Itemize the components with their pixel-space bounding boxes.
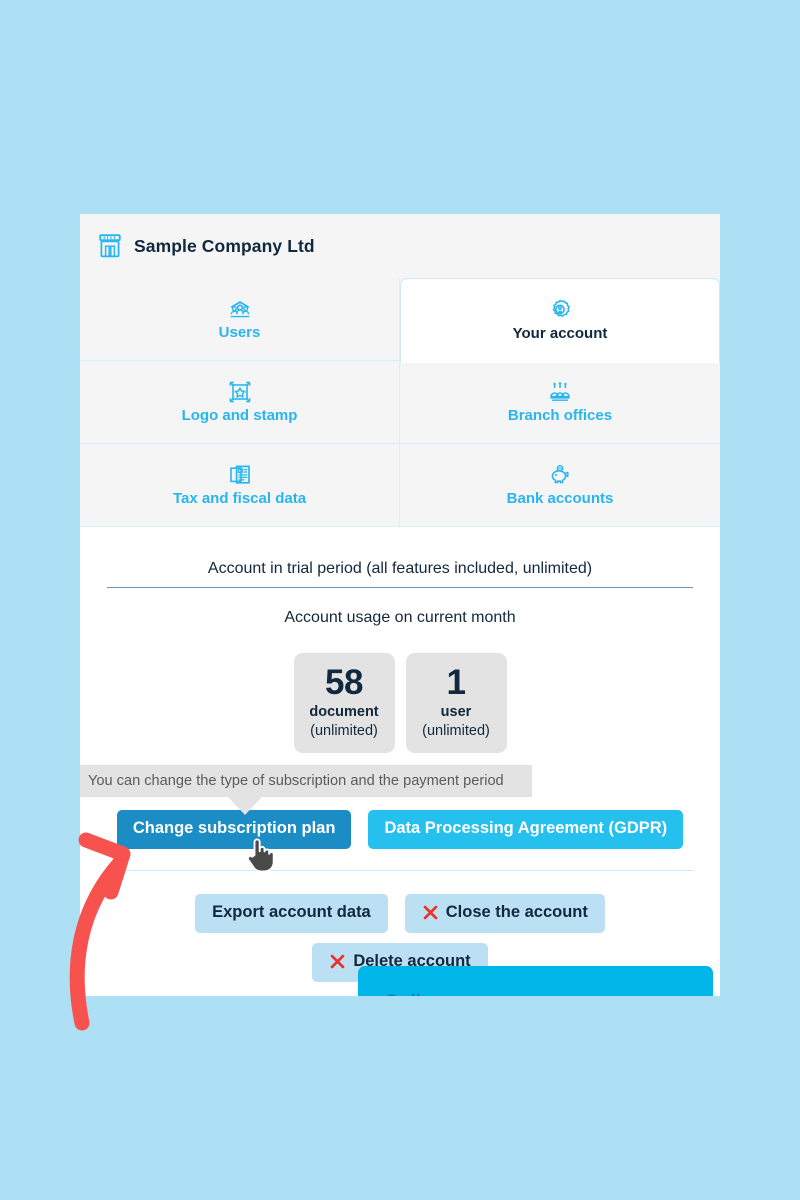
bottom-status-bar-label: Online	[384, 992, 443, 996]
invoice-icon	[229, 465, 250, 484]
secondary-action-row: Export account data Close the account	[80, 894, 720, 933]
tab-branch-offices-label: Branch offices	[507, 406, 613, 424]
stat-card-documents: 58 document (unlimited)	[293, 653, 395, 753]
export-account-data-label: Export account data	[212, 903, 371, 921]
gear-icon	[552, 299, 570, 317]
account-settings-panel: Sample Company Ltd Users Your account Lo…	[80, 214, 720, 996]
tab-logo-and-stamp-label: Logo and stamp	[181, 406, 298, 424]
stat-label-documents: document	[309, 703, 379, 720]
change-subscription-plan-button[interactable]: Change subscription plan	[116, 810, 352, 849]
red-x-icon	[330, 954, 345, 969]
tab-logo-and-stamp[interactable]: Logo and stamp	[80, 361, 400, 444]
data-processing-agreement-button[interactable]: Data Processing Agreement (GDPR)	[368, 810, 684, 849]
tab-branch-offices[interactable]: Branch offices	[400, 361, 720, 444]
tab-users[interactable]: Users	[80, 278, 400, 361]
company-name: Sample Company Ltd	[134, 235, 315, 256]
subscription-tooltip-text: You can change the type of subscription …	[88, 773, 504, 789]
bottom-status-bar[interactable]: Online	[358, 966, 713, 996]
red-x-icon	[423, 905, 438, 920]
stat-sub-documents: (unlimited)	[310, 722, 378, 739]
settings-tab-grid: Users Your account Logo and stamp Branch…	[80, 278, 720, 527]
trial-period-notice: Account in trial period (all features in…	[207, 560, 593, 577]
close-the-account-button[interactable]: Close the account	[404, 894, 605, 933]
tab-bank-accounts-label: Bank accounts	[506, 489, 614, 507]
account-content: Account in trial period (all features in…	[80, 527, 720, 753]
stat-sub-users: (unlimited)	[422, 722, 490, 739]
stat-value-documents: 58	[325, 663, 363, 702]
stat-card-users: 1 user (unlimited)	[405, 653, 507, 753]
tab-tax-and-fiscal-data[interactable]: Tax and fiscal data	[80, 444, 400, 527]
branch-office-icon	[550, 381, 570, 401]
tab-tax-and-fiscal-data-label: Tax and fiscal data	[172, 489, 307, 507]
stamp-icon	[229, 381, 250, 403]
tab-your-account-label: Your account	[512, 325, 608, 342]
tab-users-label: Users	[218, 323, 261, 341]
shop-icon	[99, 234, 121, 258]
usage-stats-row: 58 document (unlimited) 1 user (unlimite…	[106, 653, 694, 753]
export-account-data-button[interactable]: Export account data	[195, 894, 388, 933]
subscription-tooltip: You can change the type of subscription …	[80, 765, 532, 815]
primary-action-row: Change subscription plan Data Processing…	[80, 810, 720, 849]
tab-bank-accounts[interactable]: Bank accounts	[400, 444, 720, 527]
section-divider-light	[106, 870, 694, 871]
piggy-bank-icon	[551, 464, 569, 484]
users-group-icon	[230, 300, 249, 318]
close-the-account-label: Close the account	[445, 903, 588, 921]
stat-value-users: 1	[446, 663, 466, 702]
stat-label-users: user	[440, 703, 472, 720]
tooltip-tail	[228, 797, 262, 815]
usage-heading: Account usage on current month	[284, 609, 516, 626]
panel-header: Sample Company Ltd	[80, 214, 720, 278]
tab-your-account[interactable]: Your account	[400, 278, 720, 363]
